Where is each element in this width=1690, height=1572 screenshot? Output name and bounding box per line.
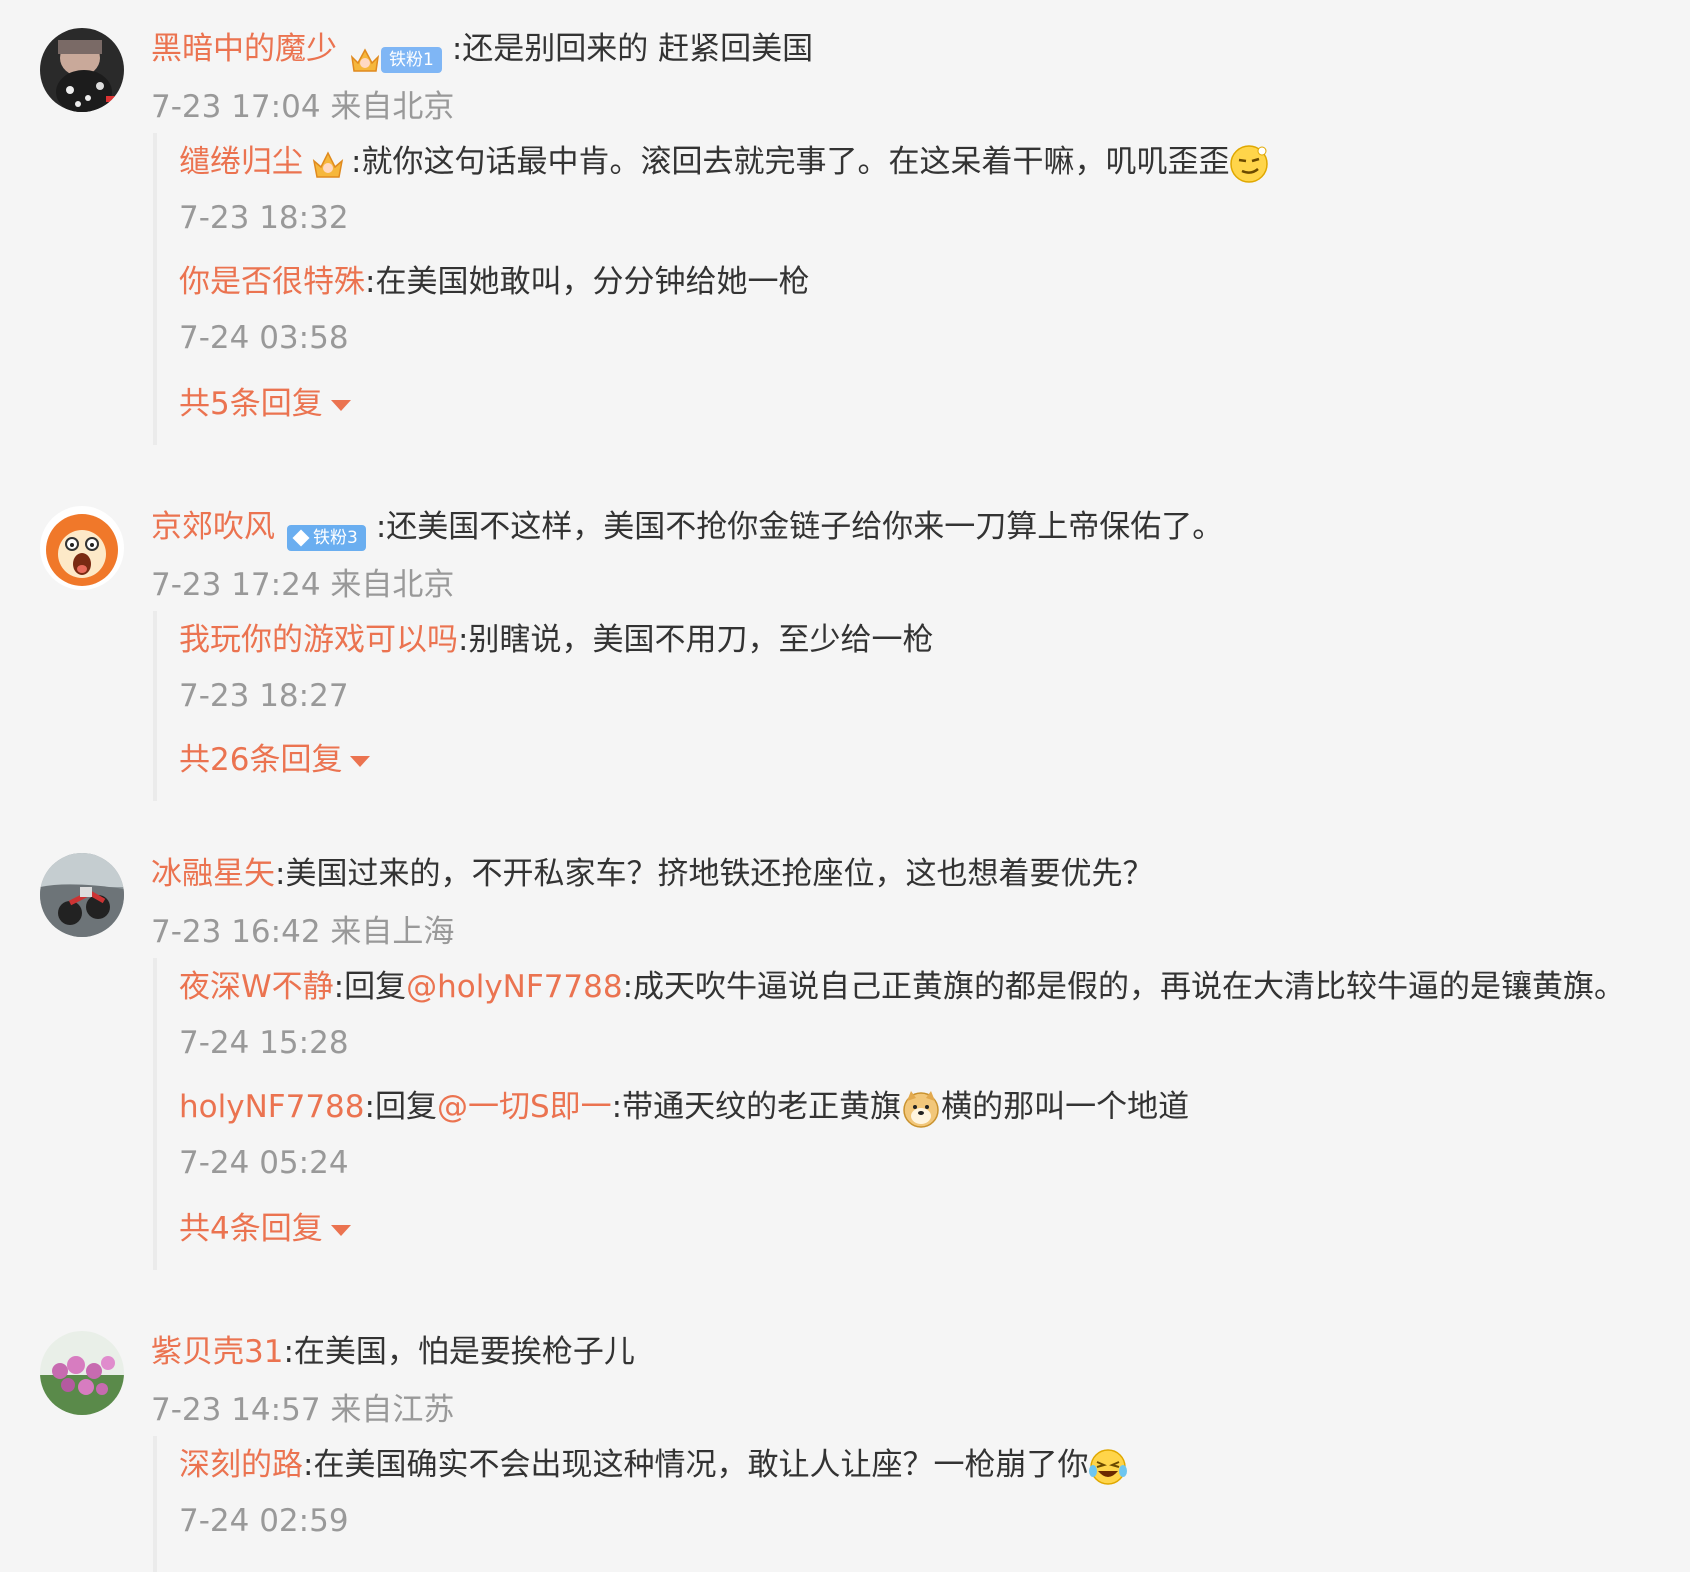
comment-meta: 7-23 16:42 来自上海: [151, 914, 455, 950]
mention-link[interactable]: @一切S即一: [437, 1089, 612, 1125]
avatar[interactable]: [40, 1331, 124, 1415]
comment-text: :美国过来的，不开私家车？挤地铁还抢座位，这也想着要优先？: [275, 856, 1154, 892]
comment-text: :在美国，怕是要挨枪子儿: [283, 1334, 635, 1370]
reply-time: 7-24 02:59: [179, 1503, 349, 1539]
reply-time: 7-24 05:24: [179, 1145, 349, 1181]
reply-text: :就你这句话最中肯。滚回去就完事了。在这呆着干嘛，叽叽歪歪: [351, 144, 1230, 180]
fan-badge-label: 铁粉1: [381, 47, 442, 73]
reply-time: 7-24 15:28: [179, 1025, 349, 1061]
reply-time: 7-24 03:58: [179, 320, 349, 356]
more-replies-link[interactable]: 共5条回复: [179, 381, 351, 427]
reply-username[interactable]: 你是否很特殊: [179, 264, 365, 300]
caret-down-icon: [350, 756, 371, 767]
username-link[interactable]: 紫贝壳31: [151, 1334, 283, 1370]
more-replies-link[interactable]: 共4条回复: [179, 1206, 351, 1252]
comment-text: :还美国不这样，美国不抢你金链子给你来一刀算上帝保佑了。: [375, 509, 1224, 545]
reply-list: 夜深W不静:回复@holyNF7788:成天吹牛逼说自己正黄旗的都是假的，再说在…: [153, 958, 1625, 1270]
reply-text: :在美国她敢叫，分分钟给她一枪: [365, 264, 810, 300]
reply-username[interactable]: 缱绻归尘: [179, 144, 303, 180]
reply-text-continued: 横的那叫一个地道: [941, 1089, 1190, 1125]
avatar[interactable]: [40, 506, 124, 590]
reply-text: :带通天纹的老正黄旗: [611, 1089, 902, 1125]
reply-list: 缱绻归尘 :就你这句话最中肯。滚回去就完事了。在这呆着干嘛，叽叽歪歪 7-23 1…: [153, 133, 1269, 445]
fan-badge: 铁粉3: [287, 514, 366, 551]
reply-time: 7-23 18:27: [179, 678, 349, 714]
comment-header: 京郊吹风 铁粉3 :还美国不这样，美国不抢你金链子给你来一刀算上帝保佑了。: [151, 504, 1224, 551]
more-replies-label: 共5条回复: [179, 386, 323, 422]
fan-badge: 铁粉1: [349, 36, 442, 73]
comment-text: :还是别回来的 赶紧回美国: [451, 31, 814, 67]
reply-prefix: :回复: [333, 969, 407, 1005]
laugh-cry-emoji-icon: [1089, 1448, 1128, 1485]
smirk-emoji-icon: [1230, 144, 1269, 183]
doge-emoji-icon: [903, 1090, 939, 1128]
caret-down-icon: [330, 1225, 351, 1236]
comment-header: 紫贝壳31:在美国，怕是要挨枪子儿: [151, 1329, 635, 1375]
avatar[interactable]: [40, 853, 124, 937]
comment-list: 黑暗中的魔少 铁粉1 :还是别回来的 赶紧回美国 7-23 17:04 来自北京 缱…: [0, 0, 1690, 1572]
crown-icon: [312, 150, 344, 178]
reply-time: 7-23 18:32: [179, 200, 349, 236]
username-link[interactable]: 冰融星矢: [151, 856, 275, 892]
reply-item: 我玩你的游戏可以吗:别瞎说，美国不用刀，至少给一枪: [179, 617, 933, 663]
comment-meta: 7-23 17:24 来自北京: [151, 567, 455, 603]
reply-prefix: :回复: [364, 1089, 437, 1125]
reply-item: 夜深W不静:回复@holyNF7788:成天吹牛逼说自己正黄旗的都是假的，再说在…: [179, 964, 1625, 1010]
more-replies-link[interactable]: 共26条回复: [179, 737, 371, 783]
comment-meta: 7-23 17:04 来自北京: [151, 89, 455, 125]
comment-meta: 7-23 14:57 来自江苏: [151, 1392, 455, 1428]
reply-item: 你是否很特殊:在美国她敢叫，分分钟给她一枪: [179, 259, 809, 305]
more-replies-label: 共4条回复: [179, 1211, 323, 1247]
username-link[interactable]: 黑暗中的魔少: [151, 31, 337, 67]
caret-down-icon: [330, 400, 351, 411]
more-replies-label: 共26条回复: [179, 742, 343, 778]
reply-text: :成天吹牛逼说自己正黄旗的都是假的，再说在大清比较牛逼的是镶黄旗。: [622, 969, 1626, 1005]
mention-link[interactable]: @holyNF7788: [406, 969, 623, 1005]
reply-item: 缱绻归尘 :就你这句话最中肯。滚回去就完事了。在这呆着干嘛，叽叽歪歪: [179, 139, 1269, 185]
diamond-icon: [292, 529, 310, 547]
reply-username[interactable]: 我玩你的游戏可以吗: [179, 622, 458, 658]
reply-item: 深刻的路:在美国确实不会出现这种情况，敢让人让座？一枪崩了你: [179, 1442, 1128, 1488]
reply-item: holyNF7788:回复@一切S即一:带通天纹的老正黄旗 横的那叫一个地道: [179, 1084, 1189, 1130]
reply-list: 我玩你的游戏可以吗:别瞎说，美国不用刀，至少给一枪 7-23 18:27 共26…: [153, 611, 933, 801]
reply-username[interactable]: 深刻的路: [179, 1447, 303, 1483]
username-link[interactable]: 京郊吹风: [151, 509, 275, 545]
reply-text: :在美国确实不会出现这种情况，敢让人让座？一枪崩了你: [303, 1447, 1089, 1483]
reply-text: :别瞎说，美国不用刀，至少给一枪: [458, 622, 934, 658]
comment-header: 冰融星矢:美国过来的，不开私家车？挤地铁还抢座位，这也想着要优先？: [151, 851, 1153, 897]
comment-header: 黑暗中的魔少 铁粉1 :还是别回来的 赶紧回美国: [151, 26, 814, 73]
reply-username[interactable]: 夜深W不静: [179, 969, 334, 1005]
fan-badge-label: 铁粉3: [287, 525, 366, 551]
reply-username[interactable]: holyNF7788: [179, 1089, 365, 1125]
crown-icon: [350, 48, 380, 72]
reply-list: 深刻的路:在美国确实不会出现这种情况，敢让人让座？一枪崩了你 7-24 02:5…: [153, 1436, 1128, 1572]
avatar[interactable]: [40, 28, 124, 112]
